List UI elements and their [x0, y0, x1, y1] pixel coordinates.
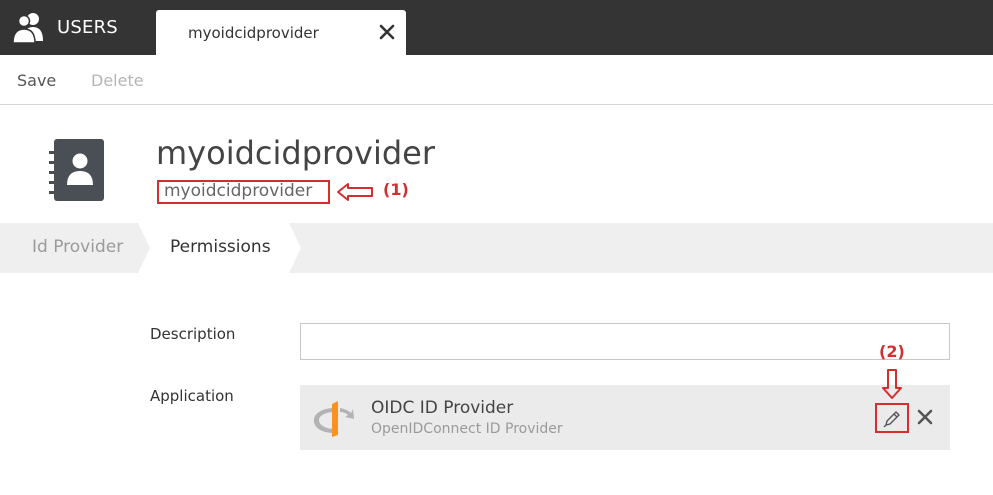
close-icon[interactable] [378, 23, 396, 41]
annotation-2: (2) [879, 342, 905, 361]
tab-id-provider[interactable]: Id Provider [32, 237, 123, 257]
arrow-down-annotation [882, 369, 902, 399]
application-card: OIDC ID Provider OpenIDConnect ID Provid… [300, 385, 950, 450]
tab-myoidcidprovider[interactable]: myoidcidprovider [156, 10, 406, 55]
address-book-icon [49, 139, 104, 201]
openid-logo-icon [313, 401, 354, 437]
toolbar: Save Delete [0, 55, 993, 105]
arrow-left-annotation [337, 183, 373, 201]
tab-label[interactable]: myoidcidprovider [188, 24, 319, 42]
pencil-icon[interactable] [877, 405, 907, 431]
top-bar: USERS myoidcidprovider [0, 0, 993, 55]
edit-application-button[interactable] [875, 403, 909, 433]
description-input[interactable] [300, 323, 950, 360]
description-label: Description [150, 325, 236, 343]
remove-icon[interactable] [916, 408, 934, 426]
tab-permissions[interactable]: Permissions [170, 237, 271, 257]
save-button[interactable]: Save [17, 71, 56, 90]
application-description: OpenIDConnect ID Provider [371, 421, 563, 437]
page-subtitle: myoidcidprovider [157, 180, 330, 204]
page-title: myoidcidprovider [156, 134, 436, 172]
delete-button[interactable]: Delete [91, 71, 144, 90]
annotation-1: (1) [383, 180, 409, 199]
application-name: OIDC ID Provider [371, 398, 514, 418]
application-label: Application [150, 387, 234, 405]
app-title[interactable]: USERS [57, 17, 118, 38]
users-icon[interactable] [12, 10, 46, 44]
